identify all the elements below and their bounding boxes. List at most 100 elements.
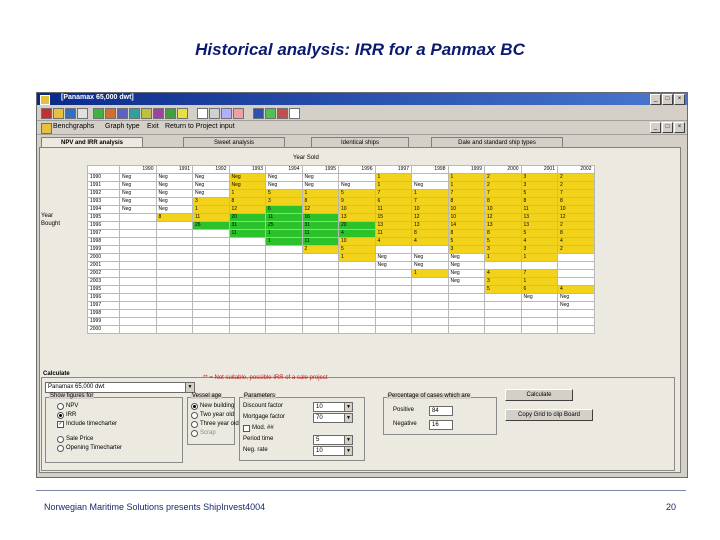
grid-cell[interactable]: 10 [557, 205, 595, 214]
grid-cell[interactable] [411, 277, 449, 286]
grid-cell[interactable]: 3 [520, 181, 558, 190]
radio-show-figures-3[interactable]: Sale Price [57, 436, 93, 443]
line-icon[interactable] [209, 108, 220, 119]
grid-cell[interactable]: Neg [447, 269, 485, 278]
grid-cell[interactable]: Neg [447, 261, 485, 270]
grid-cell[interactable]: Neg [447, 277, 485, 286]
radio-icon[interactable] [191, 421, 198, 428]
grid-cell[interactable] [447, 285, 485, 294]
grid-cell[interactable] [119, 253, 157, 262]
grid-cell[interactable]: Neg [520, 293, 558, 302]
radio-vessel-age-0[interactable]: New building [191, 403, 234, 410]
grid-cell[interactable] [557, 253, 595, 262]
grid-cell[interactable]: 12 [228, 205, 266, 214]
grid-cell[interactable]: 4 [557, 237, 595, 246]
grid-cell[interactable] [155, 245, 193, 254]
grid-cell[interactable] [484, 301, 522, 310]
grid-cell[interactable]: 13 [374, 221, 412, 230]
grid-cell[interactable]: Neg [155, 205, 193, 214]
grid-cell[interactable]: 6 [520, 285, 558, 294]
grid-cell[interactable] [484, 317, 522, 326]
chevron-down-icon[interactable]: ▼ [185, 383, 194, 392]
grid-cell[interactable] [520, 309, 558, 318]
grid-cell[interactable]: Neg [119, 181, 157, 190]
grid-cell[interactable]: 12 [411, 213, 449, 222]
grid-cell[interactable] [301, 277, 339, 286]
grid-cell[interactable]: Neg [192, 173, 230, 182]
grid-cell[interactable] [374, 309, 412, 318]
grid-cell[interactable]: 10 [447, 205, 485, 214]
npv-icon[interactable] [177, 108, 188, 119]
grid-cell[interactable] [374, 285, 412, 294]
grid-cell[interactable] [155, 269, 193, 278]
grid-cell[interactable]: 10 [338, 237, 376, 246]
grid-cell[interactable]: 5 [520, 229, 558, 238]
grid-cell[interactable] [192, 269, 230, 278]
radio-show-figures-0[interactable]: NPV [57, 403, 78, 410]
grid-cell[interactable] [155, 221, 193, 230]
calculate-button[interactable]: Calculate [505, 389, 573, 401]
grid-cell[interactable] [228, 253, 266, 262]
grid-cell[interactable] [265, 293, 303, 302]
grid-cell[interactable]: 12 [301, 205, 339, 214]
grid-cell[interactable] [192, 237, 230, 246]
grid-cell[interactable] [301, 325, 339, 334]
radio-icon[interactable] [57, 403, 64, 410]
grid-cell[interactable]: 6 [265, 205, 303, 214]
grid-cell[interactable]: 5 [338, 189, 376, 198]
grid-cell[interactable] [155, 253, 193, 262]
negative-field[interactable]: 16 [429, 420, 453, 430]
checkbox-show-figures-2[interactable]: ✓ Include timecharter [57, 421, 117, 428]
chevron-down-icon[interactable]: ▼ [344, 436, 352, 444]
grid-cell[interactable]: 4 [411, 237, 449, 246]
grid-cell[interactable]: 4 [557, 285, 595, 294]
grid-cell[interactable] [447, 317, 485, 326]
copy-grid-button[interactable]: Copy Grid to clip Board [505, 409, 593, 421]
child-maximize-button[interactable]: □ [662, 122, 673, 133]
grid-cell[interactable] [265, 253, 303, 262]
grid-cell[interactable] [338, 269, 376, 278]
grid-cell[interactable]: 13 [484, 221, 522, 230]
grid-cell[interactable]: 4 [374, 237, 412, 246]
grid-cell[interactable]: Neg [119, 189, 157, 198]
grid-cell[interactable] [301, 293, 339, 302]
grid-cell[interactable] [155, 309, 193, 318]
grid-cell[interactable] [192, 325, 230, 334]
grid-cell[interactable]: 12 [557, 213, 595, 222]
maximize-button[interactable]: □ [662, 94, 673, 105]
grid-cell[interactable]: 1 [520, 253, 558, 262]
grid-cell[interactable] [119, 293, 157, 302]
grid-cell[interactable] [119, 317, 157, 326]
grid-cell[interactable]: 11 [228, 229, 266, 238]
grid-cell[interactable]: 11 [192, 213, 230, 222]
grid-cell[interactable]: 13 [520, 221, 558, 230]
grid-cell[interactable]: 7 [484, 189, 522, 198]
grid-cell[interactable] [228, 293, 266, 302]
grid-cell[interactable]: 5 [338, 245, 376, 254]
grid-cell[interactable]: 11 [374, 229, 412, 238]
grid-cell[interactable]: 10 [338, 205, 376, 214]
grid-cell[interactable]: 3 [520, 245, 558, 254]
grid-cell[interactable] [557, 325, 595, 334]
grid-cell[interactable]: 13 [411, 221, 449, 230]
grid-cell[interactable]: 8 [447, 229, 485, 238]
grid-cell[interactable]: Neg [338, 181, 376, 190]
grid-cell[interactable]: Neg [265, 181, 303, 190]
grid-cell[interactable] [411, 317, 449, 326]
grid-cell[interactable]: 10 [484, 205, 522, 214]
grid-cell[interactable] [301, 261, 339, 270]
grid-icon[interactable] [105, 108, 116, 119]
grid-cell[interactable]: 5 [520, 189, 558, 198]
grid-cell[interactable]: 16 [301, 213, 339, 222]
grid-cell[interactable]: Neg [301, 181, 339, 190]
grid-cell[interactable]: 7 [447, 189, 485, 198]
arrow-icon[interactable] [197, 108, 208, 119]
grid-cell[interactable] [265, 309, 303, 318]
grid-cell[interactable] [520, 325, 558, 334]
grid-cell[interactable] [374, 293, 412, 302]
radio-icon[interactable] [57, 445, 64, 452]
grid-cell[interactable]: 1 [192, 205, 230, 214]
grid-cell[interactable] [155, 325, 193, 334]
grid-cell[interactable] [265, 285, 303, 294]
minimize-button[interactable]: _ [650, 94, 661, 105]
